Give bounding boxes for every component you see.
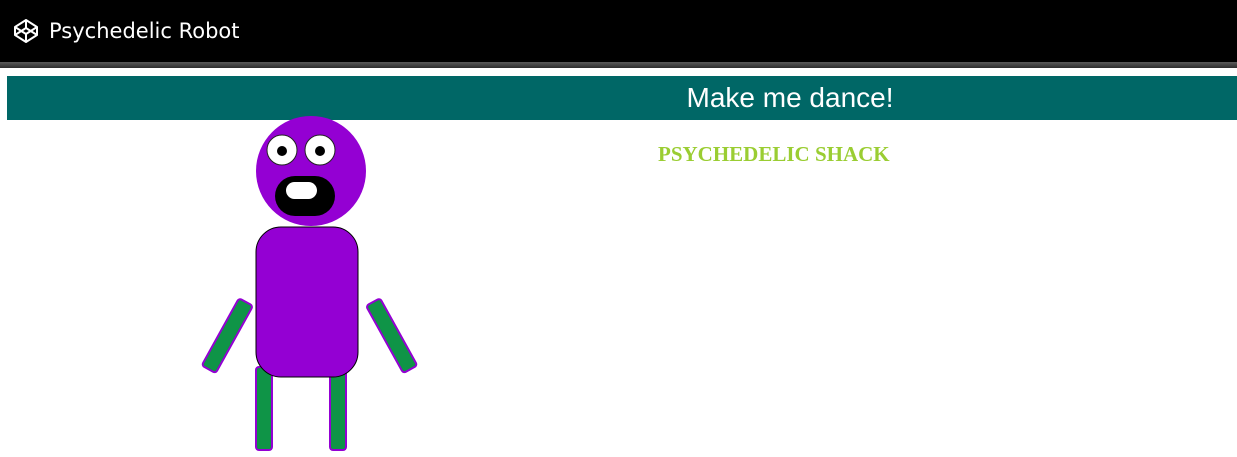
- make-me-dance-label[interactable]: Make me dance!: [687, 76, 894, 120]
- codepen-cube-icon[interactable]: [13, 18, 39, 44]
- top-bar-divider: [0, 62, 1237, 68]
- robot-right-eye: [304, 134, 336, 166]
- robot-head: [256, 116, 366, 226]
- psychedelic-shack-heading: PSYCHEDELIC SHACK: [658, 142, 890, 166]
- robot-left-eye: [266, 134, 298, 166]
- robot-figure: [201, 116, 418, 451]
- robot-right-pupil: [315, 146, 325, 156]
- robot-left-pupil: [277, 146, 287, 156]
- robot-mouth: [275, 176, 335, 216]
- robot-body: [255, 226, 359, 378]
- robot-left-arm: [201, 298, 253, 374]
- app-title: Psychedelic Robot: [49, 19, 240, 43]
- robot-teeth: [286, 182, 317, 199]
- robot-right-arm: [366, 298, 418, 374]
- robot-left-leg: [255, 366, 273, 451]
- make-me-dance-button[interactable]: [7, 76, 1237, 120]
- robot-right-leg: [329, 366, 347, 451]
